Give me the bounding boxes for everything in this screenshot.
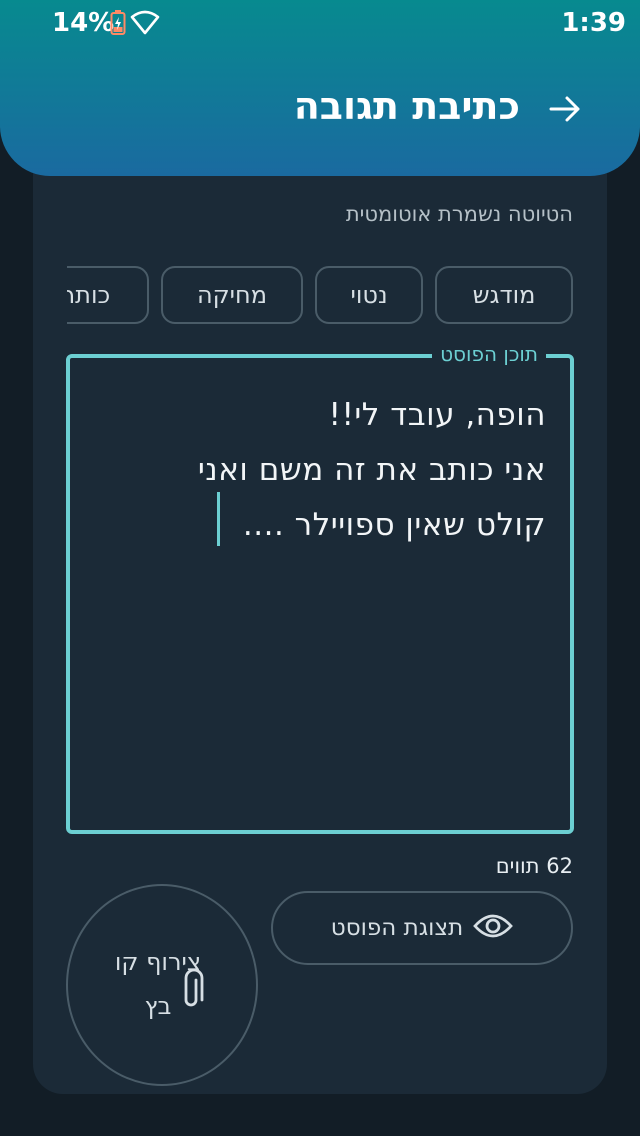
preview-post-label: תצוגת הפוסט bbox=[330, 915, 464, 941]
attach-file-button[interactable]: צירוף קובץ bbox=[66, 884, 258, 1086]
post-line: קולט שאין ספויילר .... bbox=[242, 507, 546, 543]
battery-charging-icon bbox=[110, 10, 126, 40]
page-title: כתיבת תגובה bbox=[293, 84, 520, 128]
character-count: 62 תווים bbox=[495, 854, 573, 878]
preview-post-button[interactable]: תצוגת הפוסט bbox=[271, 891, 573, 965]
post-line: אני כותב את זה משם ואני bbox=[197, 452, 546, 488]
clock: 1:39 bbox=[561, 8, 626, 38]
app-header: 14% 1:39 כתיבת תגובה bbox=[0, 0, 640, 176]
text-cursor bbox=[217, 492, 220, 546]
compose-card: הטיוטה נשמרת אוטומטית מודגש נטוי מחיקה כ… bbox=[33, 150, 607, 1094]
arrow-right-icon[interactable] bbox=[548, 94, 582, 128]
italic-chip[interactable]: נטוי bbox=[315, 266, 423, 324]
post-content-text[interactable]: הופה, עובד לי!! אני כותב את זה משם ואני … bbox=[106, 388, 546, 553]
post-content-label: תוכן הפוסט bbox=[432, 342, 546, 366]
strikethrough-chip[interactable]: מחיקה bbox=[161, 266, 303, 324]
heading-chip[interactable]: כותרת bbox=[67, 266, 149, 324]
paperclip-icon bbox=[178, 968, 204, 1016]
post-content-field[interactable]: תוכן הפוסט הופה, עובד לי!! אני כותב את ז… bbox=[66, 342, 574, 834]
post-line: הופה, עובד לי!! bbox=[328, 397, 546, 433]
autosave-note: הטיוטה נשמרת אוטומטית bbox=[345, 202, 573, 226]
status-bar: 14% 1:39 bbox=[0, 0, 640, 48]
wifi-icon bbox=[130, 10, 160, 40]
eye-icon bbox=[473, 912, 514, 944]
battery-percentage: 14% bbox=[52, 8, 115, 38]
format-toolbar: מודגש נטוי מחיקה כותרת bbox=[67, 266, 573, 324]
bold-chip[interactable]: מודגש bbox=[435, 266, 573, 324]
